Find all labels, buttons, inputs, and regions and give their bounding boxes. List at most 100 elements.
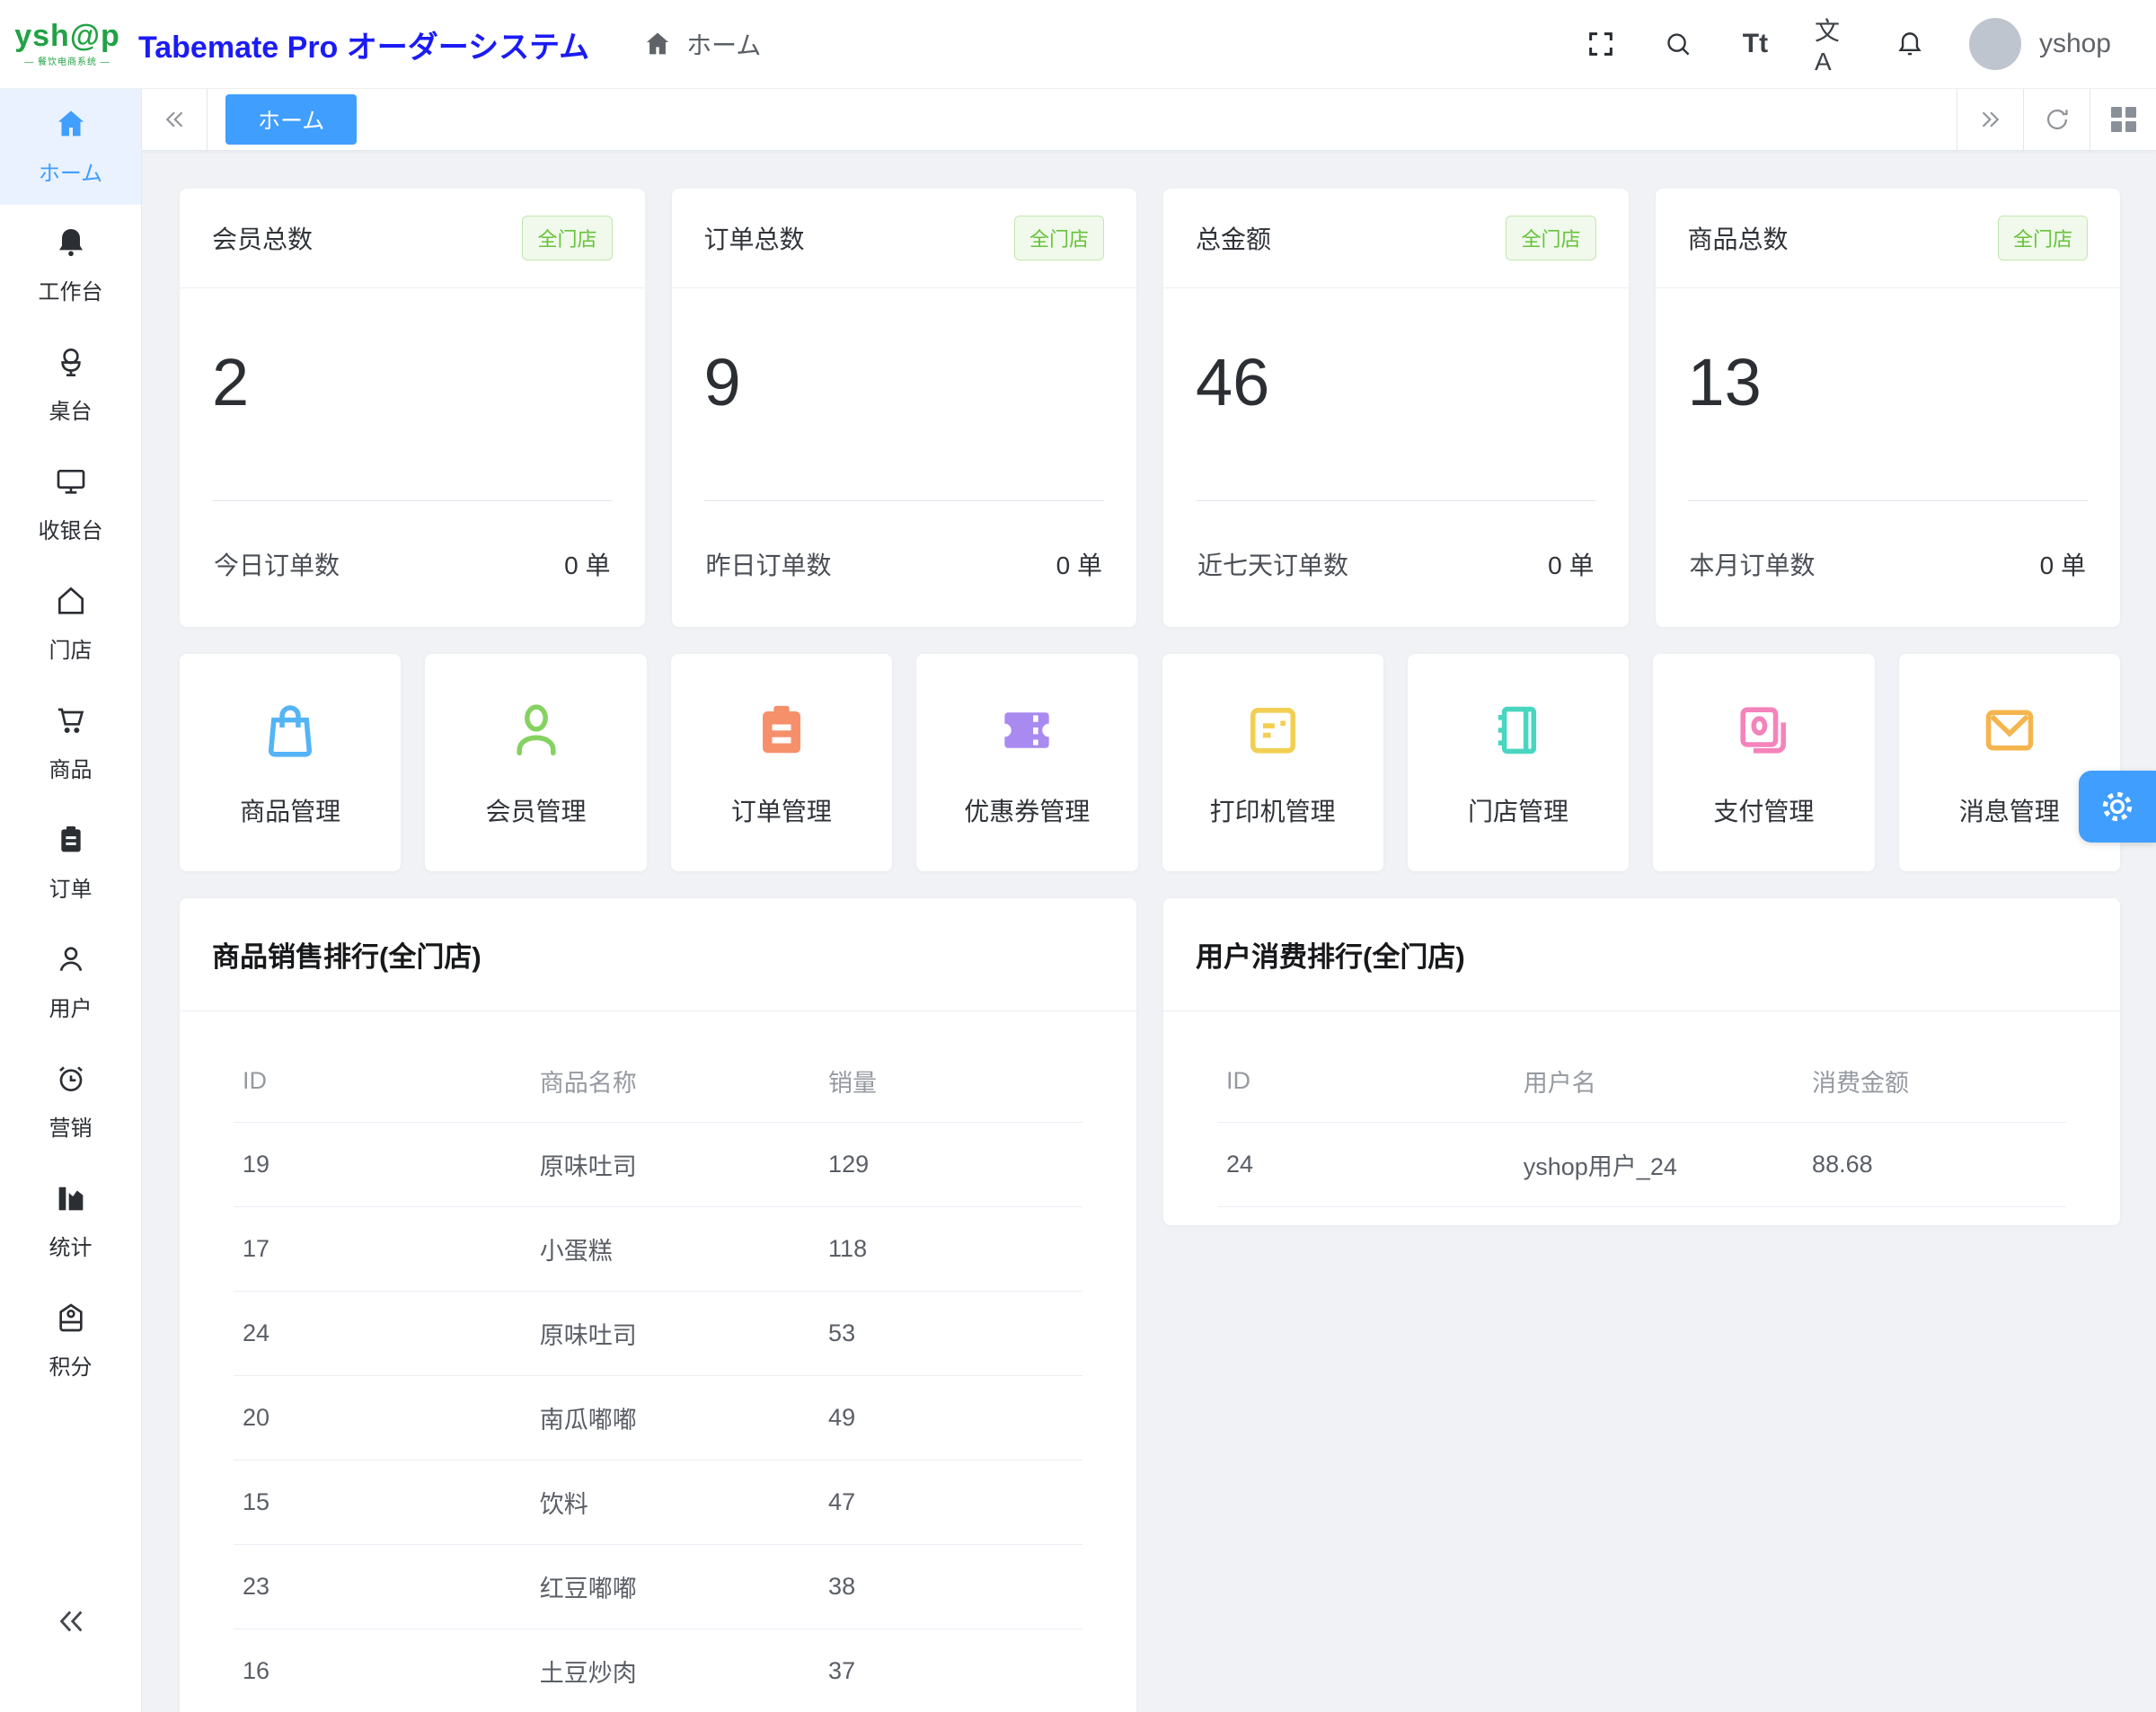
stat-cards-row: 会员总数 全门店 2 今日订单数 0 单 订单总数 全门店 9 昨日订单数	[180, 189, 2120, 627]
stat-card-title: 订单总数	[704, 220, 805, 256]
person-icon	[503, 697, 570, 763]
logo-subtitle: — 餐饮电商系统 —	[24, 54, 110, 67]
sidebar-item-label: ホーム	[39, 155, 102, 187]
table-row: 19 原味吐司 129	[234, 1123, 1082, 1207]
sidebar-item-goods[interactable]: 商品	[0, 683, 141, 802]
shortcut-stores[interactable]: 门店管理	[1408, 654, 1629, 871]
stat-footer-label: 昨日订单数	[706, 546, 832, 582]
cell-name: 小蛋糕	[531, 1207, 819, 1292]
monitor-icon	[53, 463, 89, 499]
sidebar-item-label: 门店	[49, 632, 93, 664]
sidebar-collapse-button[interactable]	[0, 1602, 141, 1640]
shortcut-label: 订单管理	[731, 792, 832, 828]
refresh-button[interactable]	[2023, 88, 2090, 150]
shopping-bag-icon	[257, 697, 323, 763]
stat-value: 13	[1688, 344, 2089, 420]
notebook-icon	[1485, 697, 1551, 763]
settings-fab-button[interactable]	[2079, 771, 2156, 843]
cell-name: 土豆炒肉	[531, 1629, 819, 1712]
sidebar-item-users[interactable]: 用户	[0, 922, 141, 1041]
shortcut-payments[interactable]: 支付管理	[1653, 654, 1874, 871]
cell-id: 24	[1217, 1123, 1515, 1207]
table-row: 20 南瓜嘟嘟 49	[234, 1376, 1082, 1460]
sidebar-item-store[interactable]: 门店	[0, 563, 141, 683]
sidebar: ホーム 工作台 桌台 收银台 门店 商品 订单 用户	[0, 88, 142, 1712]
user-rank-card: 用户消费排行(全门店) ID 用户名 消费金额 24	[1163, 898, 2120, 1225]
tab-home[interactable]: ホーム	[225, 94, 357, 145]
cell-name: 饮料	[531, 1460, 819, 1545]
stat-footer-label: 近七天订单数	[1197, 546, 1348, 582]
column-header: 销量	[819, 1035, 1082, 1123]
font-size-icon[interactable]: Tt	[1737, 26, 1773, 62]
sidebar-item-statistics[interactable]: 统计	[0, 1160, 141, 1280]
shortcuts-row: 商品管理 会员管理 订单管理 优惠券管理	[180, 654, 2120, 871]
cell-amount: 88.68	[1803, 1123, 2066, 1207]
sidebar-item-points[interactable]: 积分	[0, 1280, 141, 1399]
cell-sales: 47	[819, 1460, 1082, 1545]
shortcut-orders[interactable]: 订单管理	[671, 654, 892, 871]
stat-footer-value: 0 单	[1548, 546, 1594, 582]
notification-bell-icon[interactable]	[1892, 26, 1928, 62]
stat-card-title: 商品总数	[1688, 220, 1789, 256]
printer-doc-icon	[1240, 697, 1306, 763]
sidebar-item-marketing[interactable]: 营销	[0, 1041, 141, 1160]
column-header: ID	[1217, 1035, 1515, 1123]
sidebar-item-home[interactable]: ホーム	[0, 88, 141, 205]
shortcut-members[interactable]: 会员管理	[425, 654, 646, 871]
cell-id: 16	[234, 1629, 531, 1712]
stat-footer-value: 0 单	[1056, 546, 1102, 582]
table-row: 16 土豆炒肉 37	[234, 1629, 1082, 1712]
shortcut-label: 支付管理	[1713, 792, 1814, 828]
stat-card-title: 会员总数	[212, 220, 313, 256]
tabs-scroll-left-button[interactable]	[141, 88, 208, 150]
shortcut-label: 优惠券管理	[964, 792, 1090, 828]
breadcrumb-home-label: ホーム	[686, 26, 761, 62]
home-icon	[53, 106, 89, 142]
sidebar-item-workbench[interactable]: 工作台	[0, 205, 141, 324]
cell-sales: 49	[819, 1376, 1082, 1460]
cell-sales: 53	[819, 1292, 1082, 1376]
layout-grid-button[interactable]	[2090, 88, 2156, 150]
fullscreen-icon[interactable]	[1583, 26, 1619, 62]
translate-icon[interactable]: 文A	[1815, 26, 1851, 62]
sidebar-item-label: 订单	[49, 871, 93, 903]
app-title: Tabemate Pro オーダーシステム	[138, 22, 589, 66]
avatar[interactable]	[1969, 18, 2021, 70]
stat-footer-label: 本月订单数	[1690, 546, 1816, 582]
product-rank-title: 商品销售排行(全门店)	[180, 898, 1136, 1011]
table-row: 24 yshop用户_24 88.68	[1217, 1123, 2066, 1207]
sidebar-item-label: 积分	[49, 1349, 93, 1381]
tabbar-spacer	[357, 88, 1957, 150]
username[interactable]: yshop	[2039, 29, 2111, 59]
search-icon[interactable]	[1660, 26, 1696, 62]
user-rank-title: 用户消费排行(全门店)	[1163, 898, 2120, 1011]
shortcut-printers[interactable]: 打印机管理	[1162, 654, 1383, 871]
logo[interactable]: ysh@p — 餐饮电商系统 —	[0, 21, 135, 67]
column-header: 消费金额	[1803, 1035, 2066, 1123]
table-row: 24 原味吐司 53	[234, 1292, 1082, 1376]
cell-name: 原味吐司	[531, 1292, 819, 1376]
shortcut-label: 消息管理	[1959, 792, 2060, 828]
sidebar-item-label: 统计	[49, 1230, 93, 1261]
shortcut-goods[interactable]: 商品管理	[180, 654, 401, 871]
stat-card-orders: 订单总数 全门店 9 昨日订单数 0 单	[672, 189, 1137, 627]
table-header-row: ID 用户名 消费金额	[1217, 1035, 2066, 1123]
shortcut-label: 会员管理	[486, 792, 587, 828]
cell-id: 19	[234, 1123, 531, 1207]
shortcut-coupons[interactable]: 优惠券管理	[916, 654, 1137, 871]
sidebar-item-cashier[interactable]: 收银台	[0, 444, 141, 563]
breadcrumb[interactable]: ホーム	[640, 26, 761, 62]
stat-value: 2	[212, 344, 613, 420]
cell-id: 15	[234, 1460, 531, 1545]
stat-value: 46	[1196, 344, 1596, 420]
clipboard-icon	[748, 697, 815, 763]
shortcut-label: 打印机管理	[1210, 792, 1336, 828]
sidebar-item-tables[interactable]: 桌台	[0, 324, 141, 444]
tabs-scroll-right-button[interactable]	[1957, 88, 2023, 150]
tab-bar: ホーム	[141, 88, 2156, 151]
cell-sales: 118	[819, 1207, 1082, 1292]
sidebar-item-orders[interactable]: 订单	[0, 802, 141, 922]
stat-value: 9	[704, 344, 1105, 420]
cell-username: yshop用户_24	[1515, 1123, 1803, 1207]
logo-text: ysh@p	[14, 21, 120, 51]
